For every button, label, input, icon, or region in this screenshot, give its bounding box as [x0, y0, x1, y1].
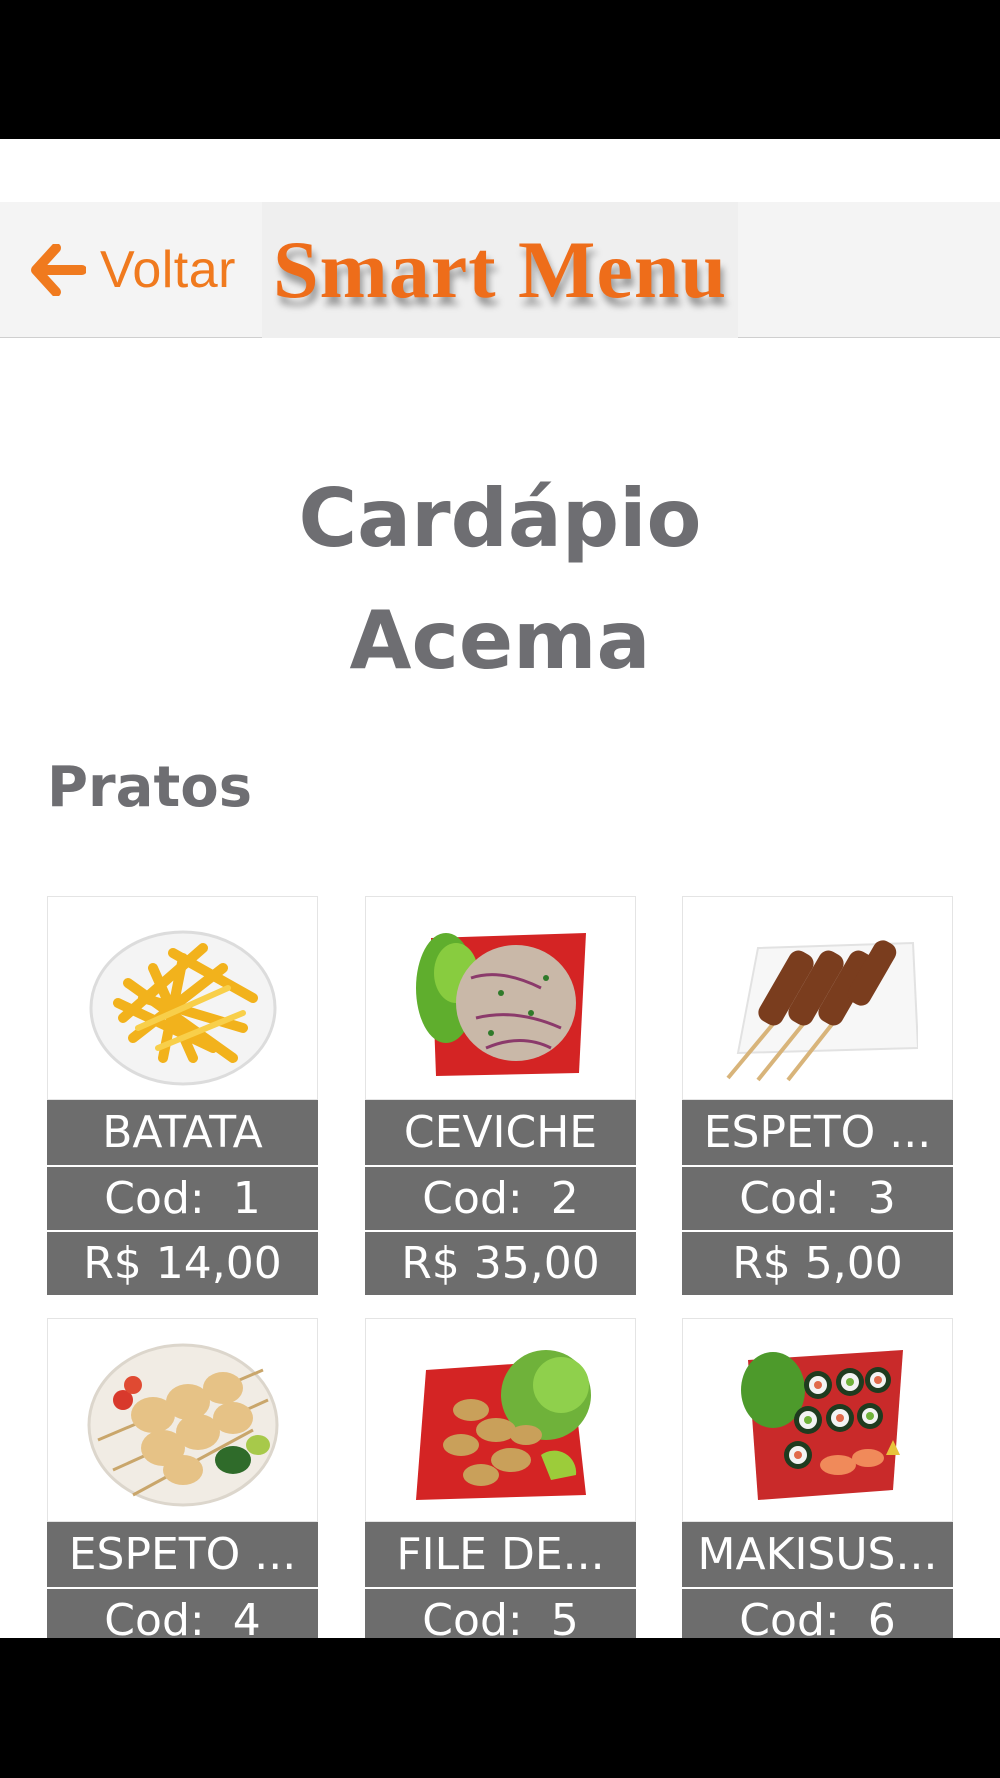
- menu-item-card[interactable]: BATATA Cod: 1 R$ 14,00: [47, 896, 318, 1295]
- brand-logo-text: Smart Menu: [272, 224, 728, 315]
- bottom-bar: [0, 1638, 1000, 1778]
- item-code: Cod: 4: [47, 1587, 318, 1638]
- menu-item-card[interactable]: ESPETO ... Cod: 3 R$ 5,00: [682, 896, 953, 1295]
- section-title: Pratos: [47, 755, 253, 820]
- nav-bar: Voltar Smart Menu: [0, 202, 1000, 338]
- menu-item-card[interactable]: MAKISUS... Cod: 6: [682, 1318, 953, 1638]
- sushi-image: [682, 1318, 953, 1522]
- ceviche-image: [365, 896, 636, 1100]
- item-code: Cod: 1: [47, 1165, 318, 1230]
- beef-skewers-image: [682, 896, 953, 1100]
- item-name: MAKISUS...: [682, 1522, 953, 1587]
- item-code: Cod: 2: [365, 1165, 636, 1230]
- item-name: ESPETO ...: [682, 1100, 953, 1165]
- back-button[interactable]: Voltar: [30, 238, 236, 302]
- item-code: Cod: 6: [682, 1587, 953, 1638]
- menu-item-card[interactable]: FILE DE... Cod: 5: [365, 1318, 636, 1638]
- menu-grid: BATATA Cod: 1 R$ 14,00 CEVICHE Cod: 2 R$…: [47, 896, 953, 1638]
- page-title-line2: Acema: [349, 594, 651, 687]
- item-price: R$ 35,00: [365, 1230, 636, 1295]
- chicken-skewers-image: [47, 1318, 318, 1522]
- item-name: CEVICHE: [365, 1100, 636, 1165]
- item-price: R$ 5,00: [682, 1230, 953, 1295]
- menu-item-card[interactable]: ESPETO ... Cod: 4: [47, 1318, 318, 1638]
- item-name: ESPETO ...: [47, 1522, 318, 1587]
- item-name: FILE DE...: [365, 1522, 636, 1587]
- item-name: BATATA: [47, 1100, 318, 1165]
- page-title-line1: Cardápio: [298, 472, 702, 565]
- back-label: Voltar: [100, 241, 236, 299]
- brand-logo: Smart Menu: [262, 202, 738, 338]
- status-bar: [0, 0, 1000, 139]
- item-code: Cod: 5: [365, 1587, 636, 1638]
- item-code: Cod: 3: [682, 1165, 953, 1230]
- fries-image: [47, 896, 318, 1100]
- page-title: Cardápio Acema: [0, 458, 1000, 702]
- fried-fish-image: [365, 1318, 636, 1522]
- arrow-left-icon: [31, 244, 86, 296]
- item-price: R$ 14,00: [47, 1230, 318, 1295]
- menu-item-card[interactable]: CEVICHE Cod: 2 R$ 35,00: [365, 896, 636, 1295]
